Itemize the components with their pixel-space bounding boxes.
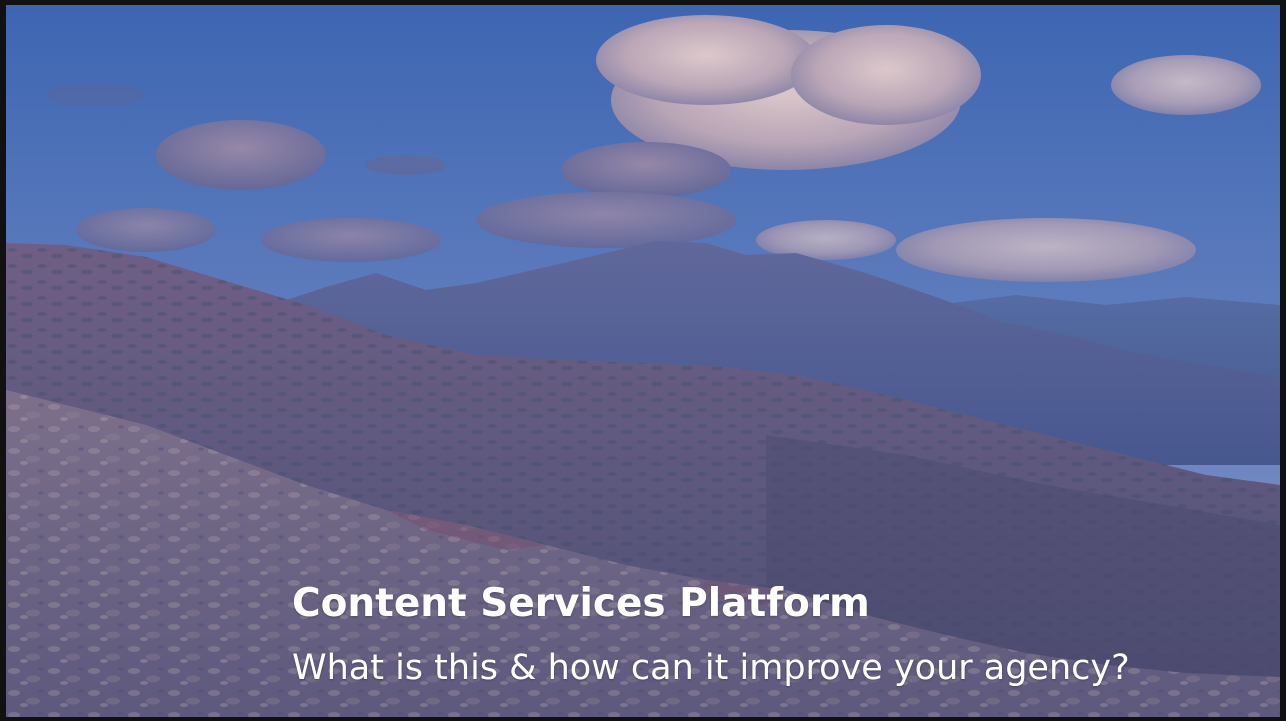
slide-title: Content Services Platform xyxy=(292,581,870,626)
slide-frame: Content Services Platform What is this &… xyxy=(0,0,1286,721)
slide-subtitle: What is this & how can it improve your a… xyxy=(292,648,1130,688)
